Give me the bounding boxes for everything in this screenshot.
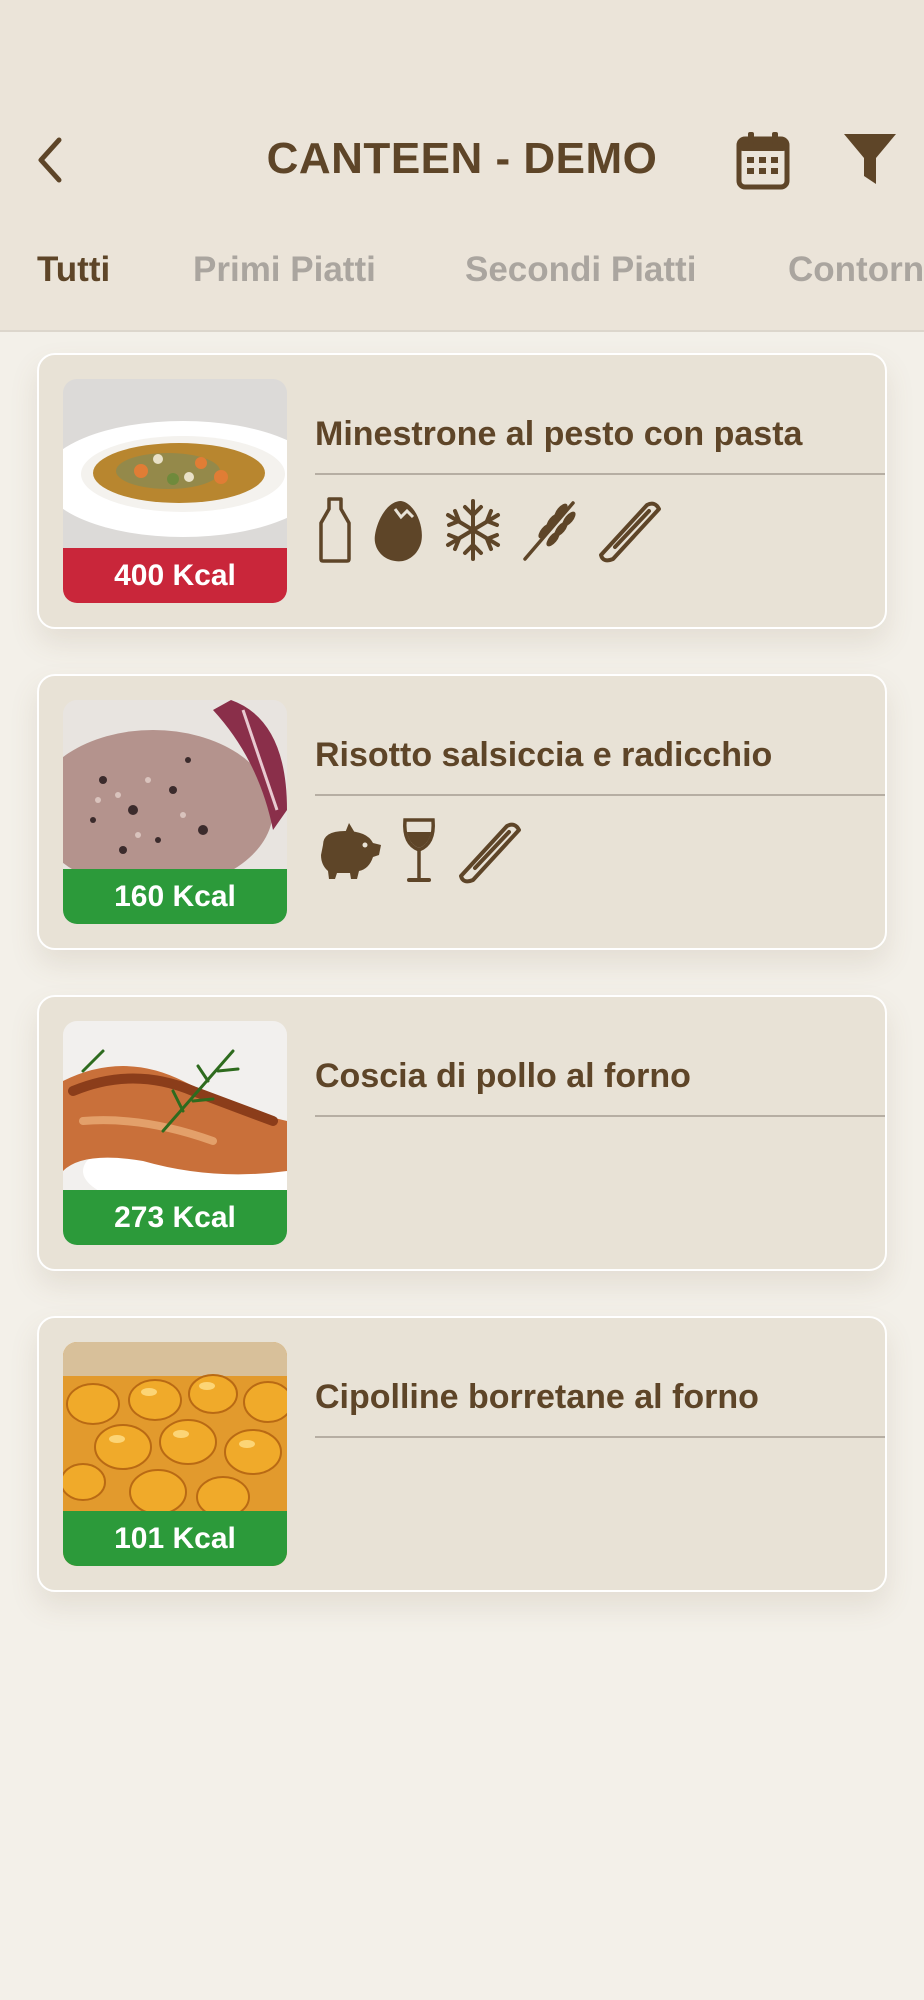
kcal-badge: 160 Kcal (63, 869, 287, 924)
dish-card[interactable]: 400 Kcal Minestrone al pesto con pasta (37, 353, 887, 629)
tab-secondi-piatti[interactable]: Secondi Piatti (465, 250, 696, 290)
kcal-badge: 273 Kcal (63, 1190, 287, 1245)
celery-icon (455, 818, 525, 889)
dish-name: Minestrone al pesto con pasta (315, 415, 803, 453)
kcal-badge: 101 Kcal (63, 1511, 287, 1566)
dish-image: 273 Kcal (63, 1021, 287, 1245)
kcal-badge: 400 Kcal (63, 548, 287, 603)
dish-card[interactable]: 160 Kcal Risotto salsiccia e radicchio (37, 674, 887, 950)
dish-image: 160 Kcal (63, 700, 287, 924)
wheat-icon (519, 497, 579, 568)
divider (315, 1115, 885, 1117)
dish-image: 400 Kcal (63, 379, 287, 603)
dish-image: 101 Kcal (63, 1342, 287, 1566)
divider (315, 1436, 885, 1438)
divider (315, 794, 885, 796)
allergen-list (315, 495, 665, 570)
filter-button[interactable] (842, 130, 898, 190)
pork-icon (315, 821, 383, 886)
calendar-icon (736, 132, 790, 190)
tab-contorni[interactable]: Contorni (788, 250, 924, 290)
frozen-icon (443, 497, 503, 568)
dish-card[interactable]: 101 Kcal Cipolline borretane al forno (37, 1316, 887, 1592)
milk-icon (315, 495, 355, 570)
dish-name: Cipolline borretane al forno (315, 1378, 759, 1416)
wine-icon (399, 816, 439, 891)
dish-name: Coscia di pollo al forno (315, 1057, 691, 1095)
celery-icon (595, 497, 665, 568)
calendar-button[interactable] (736, 130, 790, 190)
tab-tutti[interactable]: Tutti (37, 250, 110, 290)
filter-icon (844, 134, 896, 184)
app-header: CANTEEN - DEMO Tutti Primi Piatti Second… (0, 0, 924, 332)
dish-name: Risotto salsiccia e radicchio (315, 736, 773, 774)
tab-primi-piatti[interactable]: Primi Piatti (193, 250, 376, 290)
dish-card[interactable]: 273 Kcal Coscia di pollo al forno (37, 995, 887, 1271)
divider (315, 473, 885, 475)
egg-icon (371, 495, 427, 570)
category-tabs: Tutti Primi Piatti Secondi Piatti Contor… (0, 250, 924, 300)
allergen-list (315, 816, 525, 891)
